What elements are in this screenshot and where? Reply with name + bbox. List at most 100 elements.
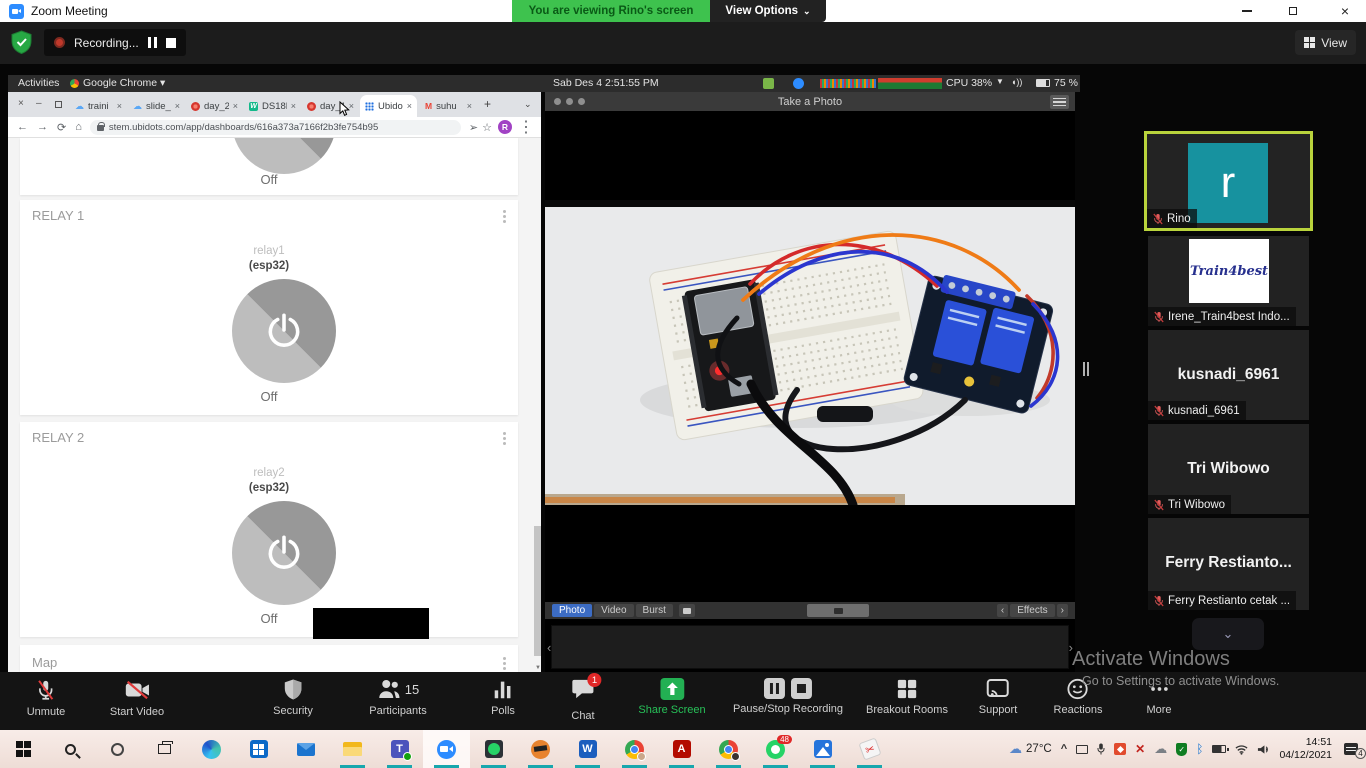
file-explorer-icon[interactable] xyxy=(329,730,376,768)
network-icon[interactable]: ▼ xyxy=(996,77,1004,86)
close-button[interactable]: × xyxy=(1330,0,1360,22)
home-icon[interactable]: ⌂ xyxy=(75,121,82,133)
tab-close-icon[interactable]: × xyxy=(407,101,412,111)
battery-tray-icon[interactable] xyxy=(1212,745,1226,753)
send-to-device-icon[interactable]: ➢ xyxy=(469,121,478,134)
ubuntu-maximize-icon[interactable] xyxy=(55,101,62,108)
onedrive-cloud-icon[interactable]: ☁ xyxy=(1154,741,1167,757)
ubuntu-minimize-icon[interactable]: – xyxy=(36,98,42,109)
unmute-button[interactable]: Unmute xyxy=(27,678,66,718)
chrome-profile1-icon[interactable] xyxy=(611,730,658,768)
profile-avatar[interactable]: R xyxy=(498,120,512,134)
wifi-icon[interactable] xyxy=(1235,744,1248,755)
bluetooth-icon[interactable]: ᛒ xyxy=(1196,742,1203,756)
polls-button[interactable]: Polls xyxy=(491,678,515,717)
scroll-down-icon[interactable]: ▼ xyxy=(535,665,541,671)
tab-training[interactable]: ☁traini× xyxy=(70,95,127,117)
teams-icon[interactable]: T xyxy=(376,730,423,768)
battery-percent[interactable]: 75 % xyxy=(1054,77,1078,89)
photos-icon[interactable] xyxy=(799,730,846,768)
participant-tile-irene[interactable]: Train4best Irene_Train4best Indo... xyxy=(1148,236,1309,326)
volume-tray-icon[interactable] xyxy=(1257,744,1270,755)
elearning-app-icon[interactable] xyxy=(517,730,564,768)
tab-search-icon[interactable]: ⌄ xyxy=(524,99,532,110)
minimize-button[interactable] xyxy=(1232,0,1262,22)
widget-menu-icon[interactable] xyxy=(503,210,506,213)
share-screen-button[interactable]: Share Screen xyxy=(638,678,705,716)
tab-close-icon[interactable]: × xyxy=(233,101,238,111)
chrome-profile2-icon[interactable] xyxy=(705,730,752,768)
widget-menu-icon[interactable] xyxy=(503,657,506,660)
view-button[interactable]: View xyxy=(1295,30,1356,55)
panel-splitter-handle[interactable] xyxy=(1083,362,1085,376)
tab-ds18b[interactable]: WDS18B× xyxy=(244,95,301,117)
red-x-tray-icon[interactable]: ✕ xyxy=(1135,742,1145,756)
pause-recording-icon[interactable] xyxy=(148,37,157,48)
address-field[interactable]: stem.ubidots.com/app/dashboards/616a373a… xyxy=(90,120,461,135)
participant-tile-tri[interactable]: Tri Wibowo Tri Wibowo xyxy=(1148,424,1309,514)
tab-day2[interactable]: day_2× xyxy=(186,95,243,117)
ubuntu-close-icon[interactable]: × xyxy=(18,98,24,109)
widget-menu-icon[interactable] xyxy=(503,432,506,435)
microsoft-store-icon[interactable] xyxy=(235,730,282,768)
acrobat-icon[interactable]: A xyxy=(658,730,705,768)
mail-icon[interactable] xyxy=(282,730,329,768)
task-view-button[interactable] xyxy=(141,730,188,768)
power-toggle[interactable] xyxy=(232,138,336,174)
tab-close-icon[interactable]: × xyxy=(467,101,472,111)
gallery-prev-icon[interactable]: ‹ xyxy=(547,640,551,655)
zoom-taskbar-icon[interactable] xyxy=(423,730,470,768)
panel-splitter-handle[interactable] xyxy=(1087,362,1089,376)
view-options-button[interactable]: View Options⌄ xyxy=(710,0,826,22)
photo-mode-button[interactable]: Photo xyxy=(552,604,592,617)
autodesk-tray-icon[interactable] xyxy=(1114,743,1126,755)
start-video-button[interactable]: Start Video xyxy=(110,678,164,718)
tab-slide[interactable]: ☁slide_× xyxy=(128,95,185,117)
participants-button[interactable]: 15 Participants xyxy=(369,678,426,717)
tab-close-icon[interactable]: × xyxy=(291,101,296,111)
burst-mode-button[interactable]: Burst xyxy=(636,604,673,617)
hidden-icons-chevron[interactable]: ^ xyxy=(1061,743,1067,755)
pause-stop-recording-button[interactable]: Pause/Stop Recording xyxy=(733,678,843,715)
security-button[interactable]: Security xyxy=(273,678,313,717)
scrollbar-thumb[interactable] xyxy=(534,526,541,656)
clock-widget[interactable]: 14:51 04/12/2021 xyxy=(1279,736,1332,762)
ubuntu-clock[interactable]: Sab Des 4 2:51:55 PM xyxy=(553,77,659,89)
participant-tile-kusnadi[interactable]: kusnadi_6961 kusnadi_6961 xyxy=(1148,330,1309,420)
effects-prev-icon[interactable]: ‹ xyxy=(997,604,1008,617)
breakout-rooms-button[interactable]: Breakout Rooms xyxy=(866,678,948,716)
search-button[interactable] xyxy=(47,730,94,768)
tab-close-icon[interactable]: × xyxy=(175,101,180,111)
security-shield-tray-icon[interactable]: ✓ xyxy=(1176,743,1187,756)
power-toggle[interactable] xyxy=(232,501,336,605)
effects-button[interactable]: Effects xyxy=(1010,604,1054,617)
snipping-tool-icon[interactable]: ✂ xyxy=(846,730,893,768)
tablet-mode-icon[interactable] xyxy=(1076,745,1088,754)
stop-recording-icon[interactable] xyxy=(166,38,176,48)
weather-widget[interactable]: ☁ 27°C xyxy=(1009,741,1052,757)
support-button[interactable]: Support xyxy=(979,678,1018,716)
tab-suhu[interactable]: Msuhu× xyxy=(420,95,477,117)
camera-switch-icon[interactable] xyxy=(679,604,695,617)
participant-tile-rino[interactable]: r Rino xyxy=(1144,131,1313,231)
volume-icon[interactable]: ◖)) xyxy=(1011,77,1022,87)
back-icon[interactable]: ← xyxy=(17,121,28,133)
menu-hamburger-icon[interactable] xyxy=(1050,95,1069,109)
bookmark-star-icon[interactable]: ☆ xyxy=(482,121,492,134)
cortana-button[interactable] xyxy=(94,730,141,768)
whatsapp-icon[interactable]: 48 xyxy=(752,730,799,768)
word-icon[interactable]: W xyxy=(564,730,611,768)
tab-ubidots[interactable]: Ubido× xyxy=(360,95,417,117)
effects-next-icon[interactable]: › xyxy=(1057,604,1068,617)
capture-button[interactable] xyxy=(807,604,869,617)
chrome-menu[interactable]: Google Chrome ▾ xyxy=(70,77,165,89)
edge-icon[interactable] xyxy=(188,730,235,768)
start-button[interactable] xyxy=(0,730,47,768)
cpu-indicator[interactable]: CPU 38% xyxy=(946,77,992,89)
activities-button[interactable]: Activities xyxy=(18,77,59,89)
mic-tray-icon[interactable] xyxy=(1097,743,1105,755)
power-toggle[interactable] xyxy=(232,279,336,383)
restore-button[interactable] xyxy=(1278,0,1308,22)
new-tab-button[interactable]: + xyxy=(484,97,491,111)
whatsapp-desktop-icon[interactable] xyxy=(470,730,517,768)
